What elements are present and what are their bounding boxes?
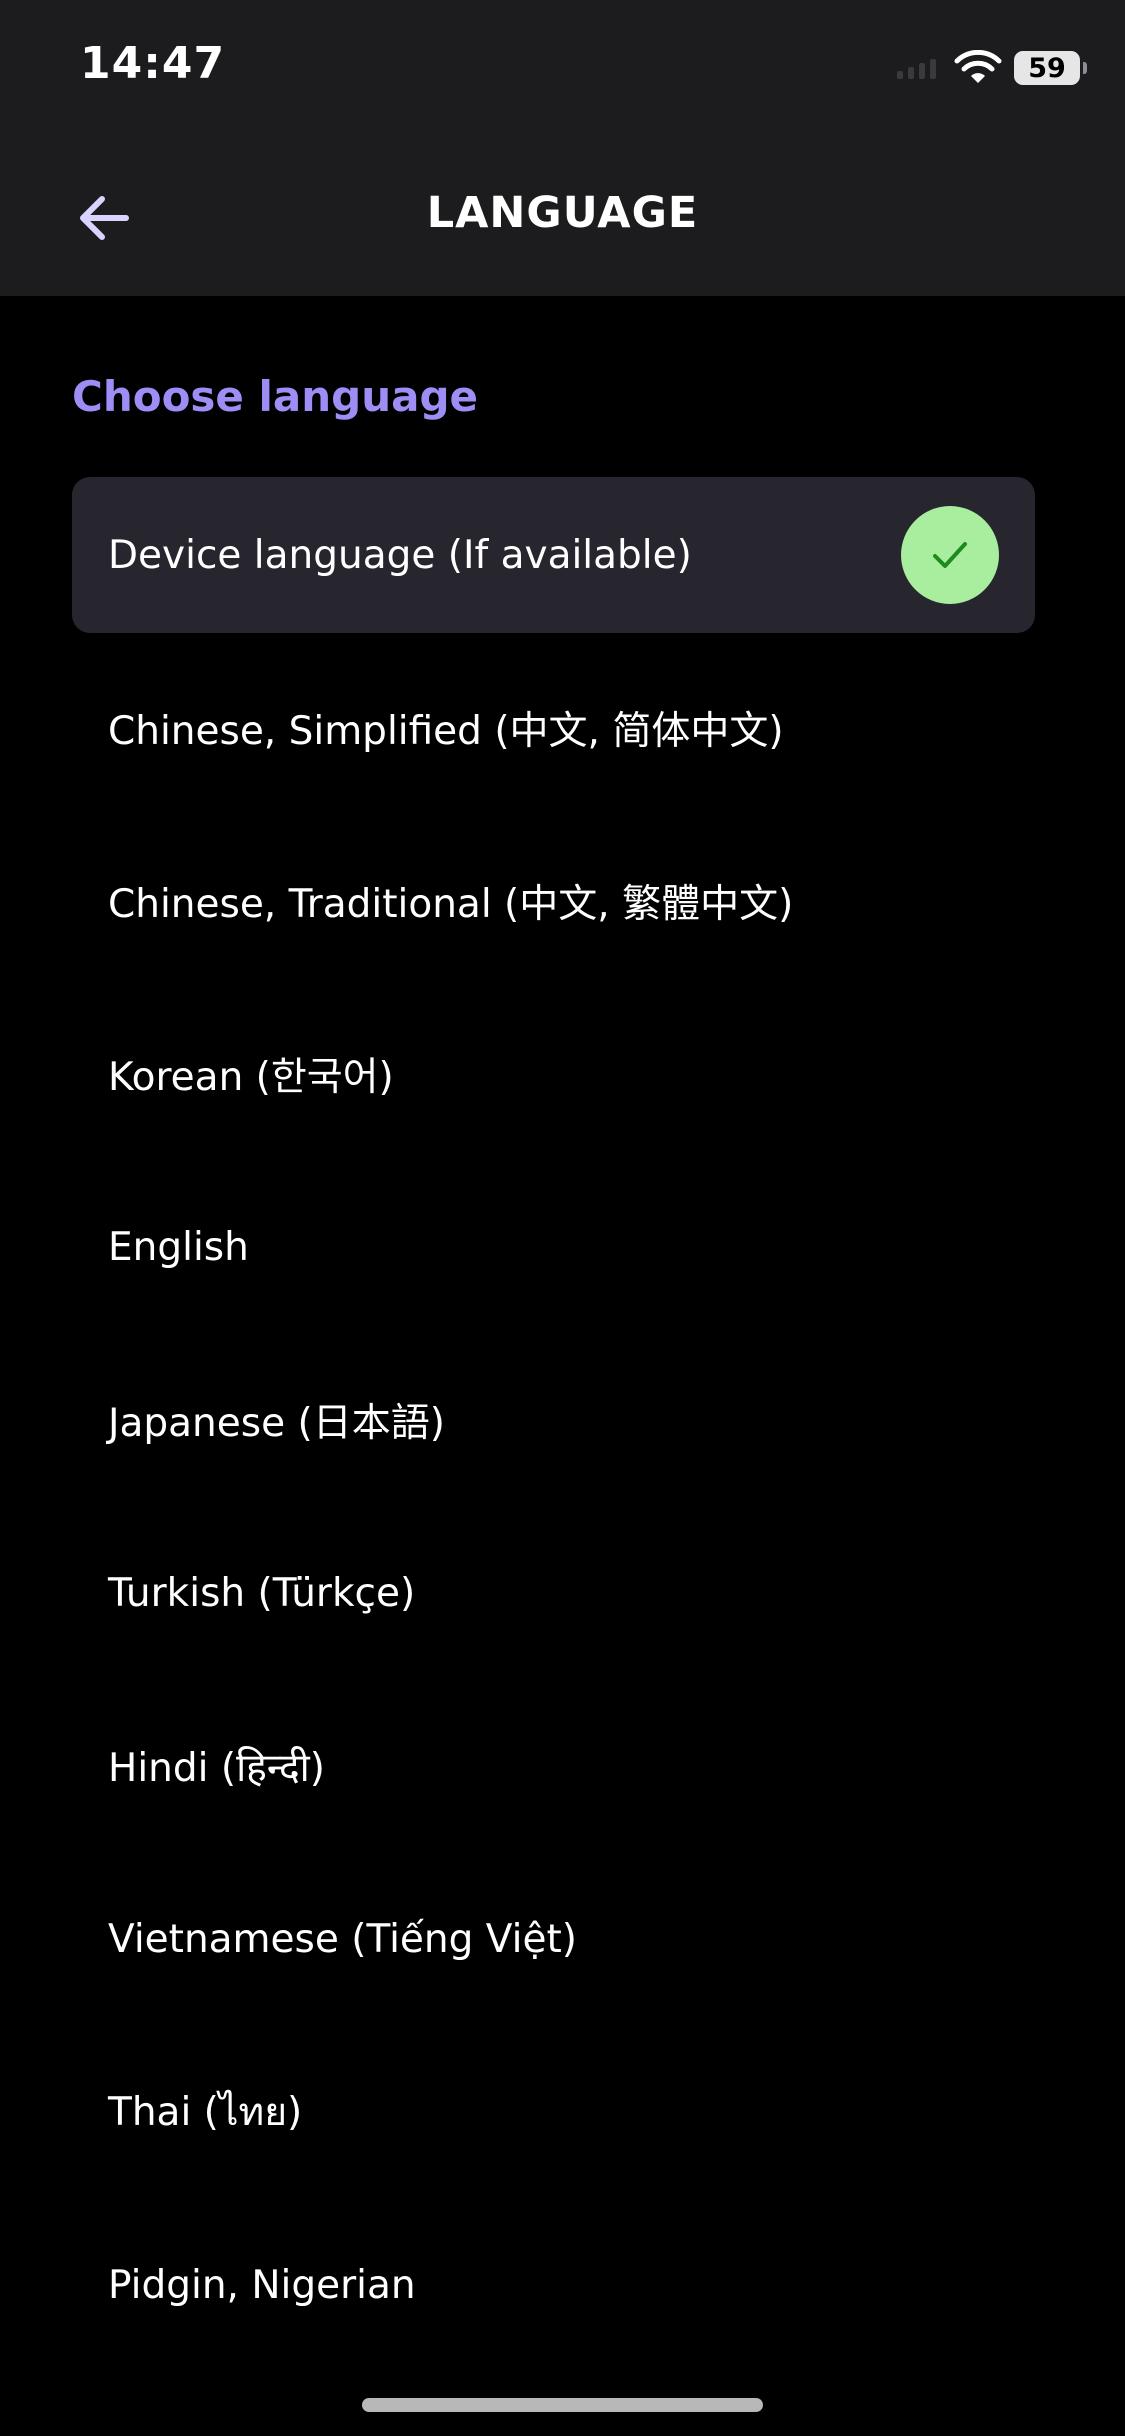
page-title: LANGUAGE [426, 188, 699, 238]
language-item-vietnamese[interactable]: Vietnamese (Tiếng Việt) [72, 1861, 1035, 2017]
wifi-icon [954, 50, 1002, 83]
section-title: Choose language [72, 372, 479, 421]
language-label: Device language (If available) [108, 532, 692, 578]
language-label: English [108, 1224, 249, 1270]
language-label: Vietnamese (Tiếng Việt) [108, 1916, 577, 1962]
battery-level: 59 [1028, 52, 1066, 84]
language-item-english[interactable]: English [72, 1169, 1035, 1325]
language-item-turkish[interactable]: Turkish (Türkçe) [72, 1515, 1035, 1671]
language-label: Chinese, Traditional (中文, 繁體中文) [108, 882, 794, 927]
language-label: Thai (ไทย) [108, 2090, 303, 2135]
language-item-chinese-simplified[interactable]: Chinese, Simplified (中文, 简体中文) [72, 650, 1035, 806]
language-item-thai[interactable]: Thai (ไทย) [72, 2034, 1035, 2190]
language-item-japanese[interactable]: Japanese (日本語) [72, 1342, 1035, 1498]
status-icons: 59 [897, 48, 1087, 88]
selected-check-badge [901, 506, 999, 604]
signal-icon [897, 57, 936, 79]
language-label: Turkish (Türkçe) [108, 1570, 416, 1616]
status-time: 14:47 [80, 38, 226, 89]
status-bar: 14:47 59 [0, 0, 1125, 140]
language-label: Korean (한국어) [108, 1055, 394, 1100]
checkmark-icon [933, 542, 967, 568]
language-label: Chinese, Simplified (中文, 简体中文) [108, 709, 784, 754]
language-item-device[interactable]: Device language (If available) [72, 477, 1035, 633]
language-item-chinese-traditional[interactable]: Chinese, Traditional (中文, 繁體中文) [72, 823, 1035, 979]
language-label: Japanese (日本語) [108, 1401, 445, 1446]
nav-header: LANGUAGE [0, 140, 1125, 296]
language-item-hindi[interactable]: Hindi (हिन्दी) [72, 1688, 1035, 1844]
language-item-pidgin-nigerian[interactable]: Pidgin, Nigerian [72, 2207, 1035, 2363]
home-indicator[interactable] [362, 2398, 763, 2412]
language-label: Hindi (हिन्दी) [108, 1745, 325, 1791]
language-list: Device language (If available) Chinese, … [72, 477, 1035, 2380]
language-item-korean[interactable]: Korean (한국어) [72, 996, 1035, 1152]
language-label: Pidgin, Nigerian [108, 2262, 416, 2308]
battery-icon: 59 [1014, 51, 1087, 85]
